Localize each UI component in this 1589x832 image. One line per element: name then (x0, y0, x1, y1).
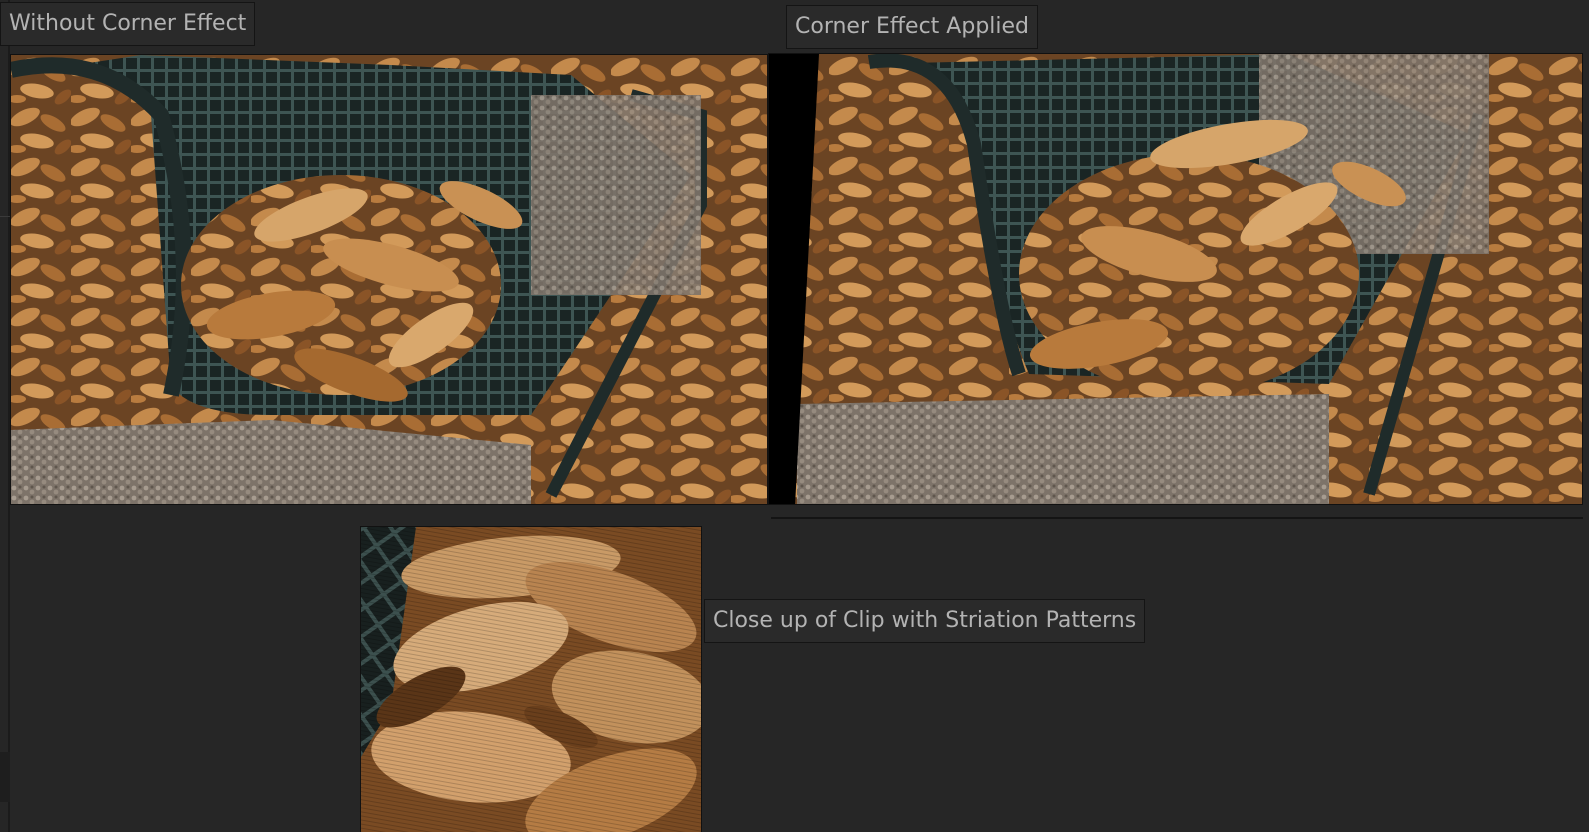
label-corner-effect-applied: Corner Effect Applied (786, 5, 1039, 49)
photo-closeup-striation (360, 526, 702, 832)
gutter-scroll-block (0, 752, 10, 802)
photo-without-corner-effect (10, 54, 768, 505)
gutter-tick (0, 216, 10, 217)
panel-underline (771, 517, 1583, 519)
label-closeup-striation: Close up of Clip with Striation Patterns (704, 599, 1146, 643)
label-without-corner-effect: Without Corner Effect (0, 2, 256, 46)
photo-corner-effect-applied (768, 53, 1583, 505)
